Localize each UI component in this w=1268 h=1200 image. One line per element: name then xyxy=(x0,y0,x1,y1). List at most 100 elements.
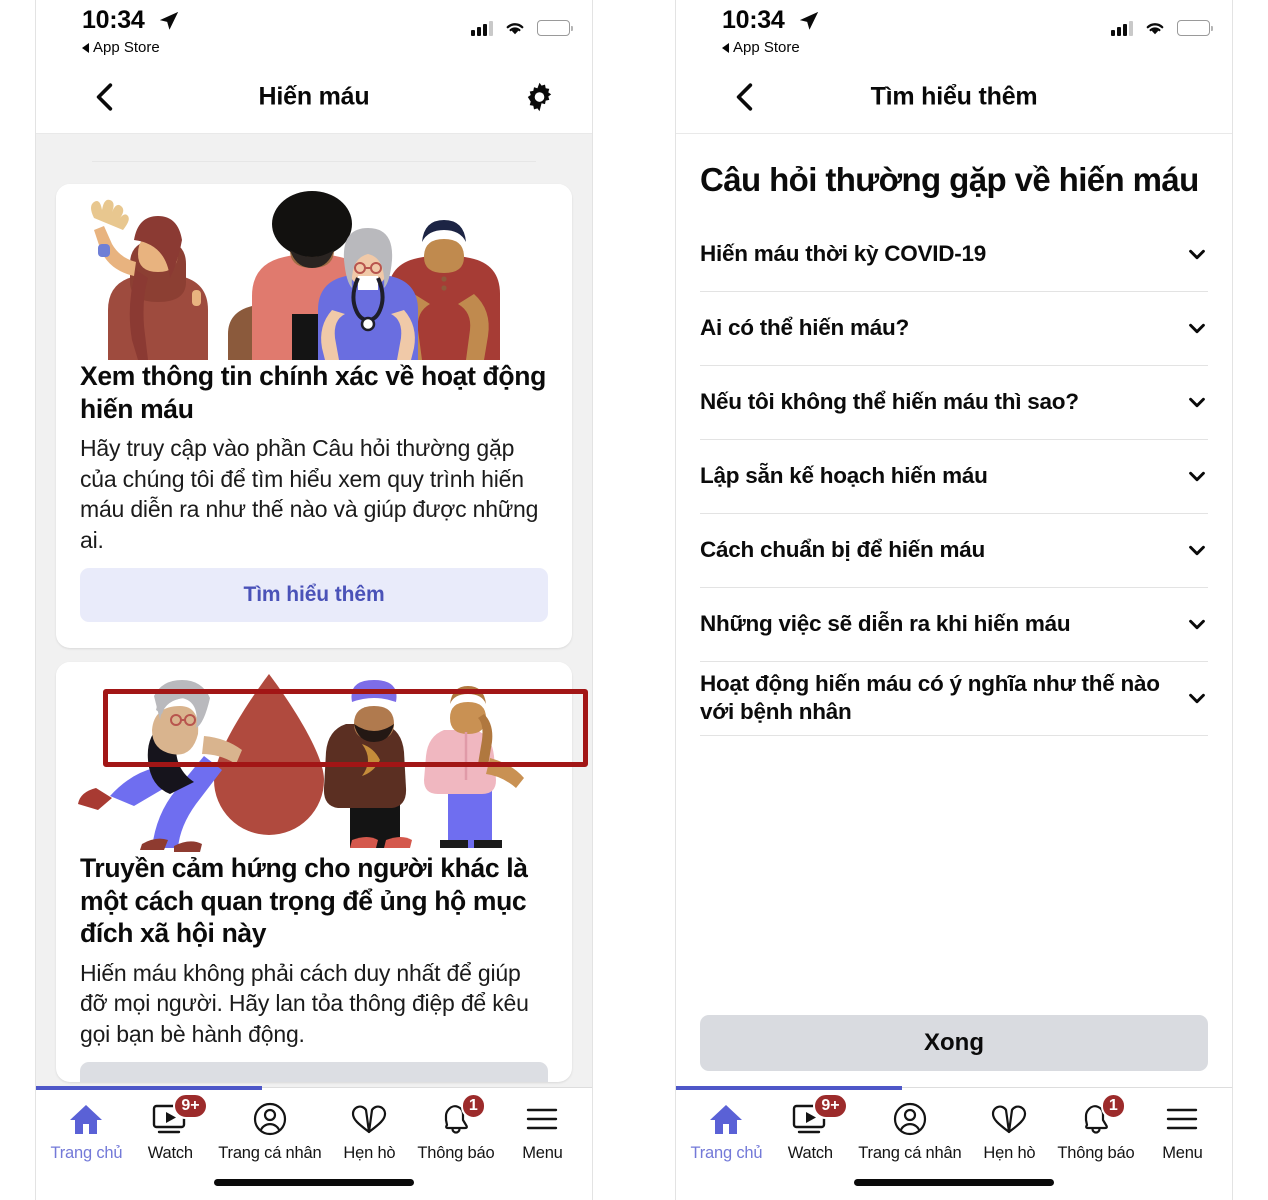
profile-avatar-icon xyxy=(893,1100,927,1138)
home-icon xyxy=(68,1100,104,1138)
wifi-icon xyxy=(506,23,524,35)
tab-watch[interactable]: 9+ Watch xyxy=(775,1093,848,1163)
status-indicators-right xyxy=(1111,19,1213,37)
tab-notifications-label: Thông báo xyxy=(417,1144,495,1162)
nav-header-left: Hiến máu xyxy=(36,60,592,134)
tab-watch[interactable]: 9+ Watch xyxy=(135,1093,208,1163)
faq-item-label: Hiến máu thời kỳ COVID-19 xyxy=(700,240,987,266)
tab-home-label: Trang chủ xyxy=(690,1144,763,1162)
status-time-right: 10:34 xyxy=(722,6,785,34)
learn-more-button[interactable]: Tìm hiểu thêm xyxy=(80,567,548,622)
location-arrow-icon xyxy=(159,11,179,30)
status-back-app-label: App Store xyxy=(93,39,160,56)
faq-item-what-happens[interactable]: Những việc sẽ diễn ra khi hiến máu xyxy=(700,588,1208,662)
phone-screen-faq: 10:34 App Store Tìm hiểu thêm Câu hỏi th… xyxy=(676,0,1232,1200)
battery-low-icon xyxy=(1177,20,1213,36)
card-inspire-others: Truyền cảm hứng cho người khác là một cá… xyxy=(56,662,572,1082)
faq-item-label: Hoạt động hiến máu có ý nghĩa như thế nà… xyxy=(700,670,1160,725)
faq-item-covid[interactable]: Hiến máu thời kỳ COVID-19 xyxy=(700,218,1208,292)
status-bar: 10:34 App Store xyxy=(36,0,592,60)
tab-home[interactable]: Trang chủ xyxy=(50,1100,123,1163)
home-indicator xyxy=(854,1179,1054,1186)
tab-menu-label: Menu xyxy=(1162,1144,1203,1162)
faq-item-label: Nếu tôi không thể hiến máu thì sao? xyxy=(700,388,1079,414)
chevron-down-icon[interactable] xyxy=(1186,317,1208,339)
dating-hearts-icon xyxy=(990,1100,1028,1138)
content-scroll-right[interactable]: Câu hỏi thường gặp về hiến máu Hiến máu … xyxy=(676,134,1232,1087)
tab-watch-label: Watch xyxy=(147,1144,193,1162)
faq-heading: Câu hỏi thường gặp về hiến máu xyxy=(700,161,1199,198)
content-scroll-left[interactable]: Xem thông tin chính xác về hoạt động hiế… xyxy=(36,134,592,1087)
tab-dating-label: Hẹn hò xyxy=(983,1144,1036,1162)
page-title-right: Tìm hiểu thêm xyxy=(870,82,1038,110)
tab-home[interactable]: Trang chủ xyxy=(690,1100,763,1163)
blood-drop-and-people-illustration xyxy=(56,662,572,852)
notifications-badge: 1 xyxy=(1100,1093,1126,1119)
status-back-app-label-right: App Store xyxy=(733,39,800,56)
done-button[interactable]: Xong xyxy=(700,1015,1208,1071)
back-triangle-icon xyxy=(82,42,89,53)
tabs-container-right: Trang chủ 9+ Watch Trang cá nhân Hẹn hò … xyxy=(676,1088,1232,1166)
nav-header-right: Tìm hiểu thêm xyxy=(676,60,1232,134)
home-indicator xyxy=(214,1179,414,1186)
location-arrow-icon xyxy=(799,11,819,30)
chevron-down-icon[interactable] xyxy=(1186,687,1208,709)
frame-divider-right xyxy=(1232,0,1233,1200)
tab-menu[interactable]: Menu xyxy=(507,1100,577,1163)
status-back-to-app-right[interactable]: App Store xyxy=(722,39,800,56)
tab-notifications-label: Thông báo xyxy=(1057,1144,1135,1162)
bell-icon: 1 xyxy=(439,1093,486,1138)
active-tab-indicator xyxy=(36,1086,262,1090)
status-time: 10:34 xyxy=(82,6,145,34)
dating-hearts-icon xyxy=(350,1100,388,1138)
watch-badge: 9+ xyxy=(173,1093,208,1119)
chevron-down-icon[interactable] xyxy=(1186,243,1208,265)
back-triangle-icon xyxy=(722,42,729,53)
faq-item-plan-ahead[interactable]: Lập sẵn kế hoạch hiến máu xyxy=(700,440,1208,514)
faq-item-label: Những việc sẽ diễn ra khi hiến máu xyxy=(700,610,1071,636)
frame-divider-mid-a xyxy=(592,0,593,1200)
card-learn-more: Xem thông tin chính xác về hoạt động hiế… xyxy=(56,184,572,648)
watch-badge: 9+ xyxy=(813,1093,848,1119)
card-1-title: Xem thông tin chính xác về hoạt động hiế… xyxy=(80,361,546,424)
tab-profile-label: Trang cá nhân xyxy=(218,1144,322,1162)
chevron-down-icon[interactable] xyxy=(1186,391,1208,413)
tab-home-label: Trang chủ xyxy=(50,1144,123,1162)
tab-notifications[interactable]: 1 Thông báo xyxy=(417,1093,495,1163)
status-bar-right: 10:34 App Store xyxy=(676,0,1232,60)
profile-avatar-icon xyxy=(253,1100,287,1138)
bottom-tab-bar-right: Trang chủ 9+ Watch Trang cá nhân Hẹn hò … xyxy=(676,1086,1232,1200)
chevron-down-icon[interactable] xyxy=(1186,539,1208,561)
tab-dating[interactable]: Hẹn hò xyxy=(974,1100,1044,1163)
tab-dating-label: Hẹn hò xyxy=(343,1144,396,1162)
tab-profile[interactable]: Trang cá nhân xyxy=(858,1100,962,1163)
tab-dating[interactable]: Hẹn hò xyxy=(334,1100,404,1163)
page-title: Hiến máu xyxy=(258,82,370,110)
tab-menu-label: Menu xyxy=(522,1144,563,1162)
cellular-signal-icon xyxy=(1111,20,1133,36)
status-back-to-app[interactable]: App Store xyxy=(82,39,160,56)
faq-item-label: Cách chuẩn bị để hiến máu xyxy=(700,536,986,562)
card-2-title: Truyền cảm hứng cho người khác là một cá… xyxy=(80,853,528,949)
chevron-down-icon[interactable] xyxy=(1186,465,1208,487)
faq-item-label: Lập sẵn kế hoạch hiến máu xyxy=(700,462,988,488)
card-2-description: Hiến máu không phải cách duy nhất để giú… xyxy=(80,959,529,1047)
faq-item-cannot-donate[interactable]: Nếu tôi không thể hiến máu thì sao? xyxy=(700,366,1208,440)
tab-profile[interactable]: Trang cá nhân xyxy=(218,1100,322,1163)
phone-screen-blood-donation: 10:34 App Store Hiến máu Xem thông tin c… xyxy=(36,0,592,1200)
faq-item-meaning-for-patients[interactable]: Hoạt động hiến máu có ý nghĩa như thế nà… xyxy=(700,662,1208,736)
tab-profile-label: Trang cá nhân xyxy=(858,1144,962,1162)
faq-item-how-to-prepare[interactable]: Cách chuẩn bị để hiến máu xyxy=(700,514,1208,588)
tab-notifications[interactable]: 1 Thông báo xyxy=(1057,1093,1135,1163)
card-2-action-button[interactable] xyxy=(80,1061,548,1082)
hamburger-menu-icon xyxy=(525,1100,559,1138)
chevron-down-icon[interactable] xyxy=(1186,613,1208,635)
tab-menu[interactable]: Menu xyxy=(1147,1100,1217,1163)
cellular-signal-icon xyxy=(471,20,493,36)
done-section: Xong xyxy=(676,1015,1232,1087)
hamburger-menu-icon xyxy=(1165,1100,1199,1138)
faq-item-who-can-donate[interactable]: Ai có thể hiến máu? xyxy=(700,292,1208,366)
gear-icon[interactable] xyxy=(523,80,556,113)
section-divider xyxy=(92,161,536,162)
notifications-badge: 1 xyxy=(460,1093,486,1119)
